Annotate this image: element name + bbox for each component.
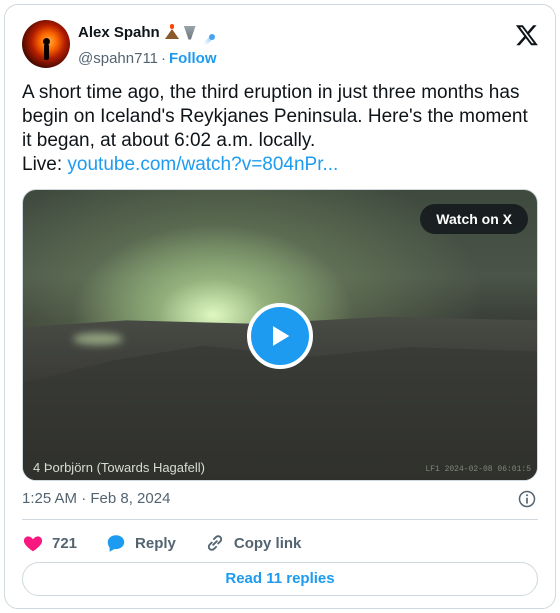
- read-replies-button[interactable]: Read 11 replies: [22, 562, 538, 596]
- video-caption: 4 Þorbjörn (Towards Hagafell): [33, 460, 205, 475]
- reply-label: Reply: [135, 534, 176, 552]
- tweet-text: A short time ago, the third eruption in …: [22, 81, 542, 177]
- like-count: 721: [52, 534, 78, 552]
- play-icon: [273, 326, 290, 346]
- link-icon: [207, 535, 222, 551]
- play-button[interactable]: [247, 303, 313, 369]
- copy-link-label: Copy link: [233, 534, 302, 552]
- info-icon[interactable]: [517, 489, 537, 509]
- watch-on-x-button[interactable]: Watch on X: [420, 204, 528, 234]
- comet-emoji-icon: [201, 26, 215, 40]
- x-logo-icon[interactable]: [515, 23, 539, 47]
- youtube-link[interactable]: youtube.com/watch?v=804nPr...: [67, 154, 338, 175]
- author-name-row: Alex Spahn: [78, 23, 215, 41]
- tweet-body: A short time ago, the third eruption in …: [22, 82, 528, 151]
- speech-bubble-icon: [107, 535, 125, 552]
- author-handle-row: @spahn711 · Follow: [78, 50, 217, 67]
- separator: ·: [161, 50, 167, 67]
- author-handle[interactable]: @spahn711: [78, 50, 158, 67]
- author-name[interactable]: Alex Spahn: [78, 24, 160, 41]
- copy-link-button[interactable]: Copy link: [204, 532, 302, 554]
- avatar[interactable]: [22, 20, 70, 68]
- tornado-emoji-icon: [183, 25, 196, 40]
- like-button[interactable]: 721: [22, 532, 77, 554]
- tweet-card: Alex Spahn @spahn711 · Follow A short time…: [4, 4, 556, 609]
- divider: [22, 519, 538, 520]
- video-frame-glow: [73, 333, 123, 345]
- video-timestamp-overlay: LF1 2024-02-08 06:01:5: [425, 465, 531, 474]
- heart-icon: [23, 536, 43, 552]
- follow-button[interactable]: Follow: [169, 50, 217, 67]
- tweet-timestamp[interactable]: 1:25 AM · Feb 8, 2024: [22, 490, 170, 507]
- volcano-emoji-icon: [164, 23, 179, 39]
- live-prefix: Live:: [22, 154, 68, 175]
- video-player[interactable]: Watch on X 4 Þorbjörn (Towards Hagafell)…: [22, 189, 538, 481]
- action-bar: 721 Reply Copy link: [22, 529, 329, 557]
- reply-button[interactable]: Reply: [105, 532, 176, 554]
